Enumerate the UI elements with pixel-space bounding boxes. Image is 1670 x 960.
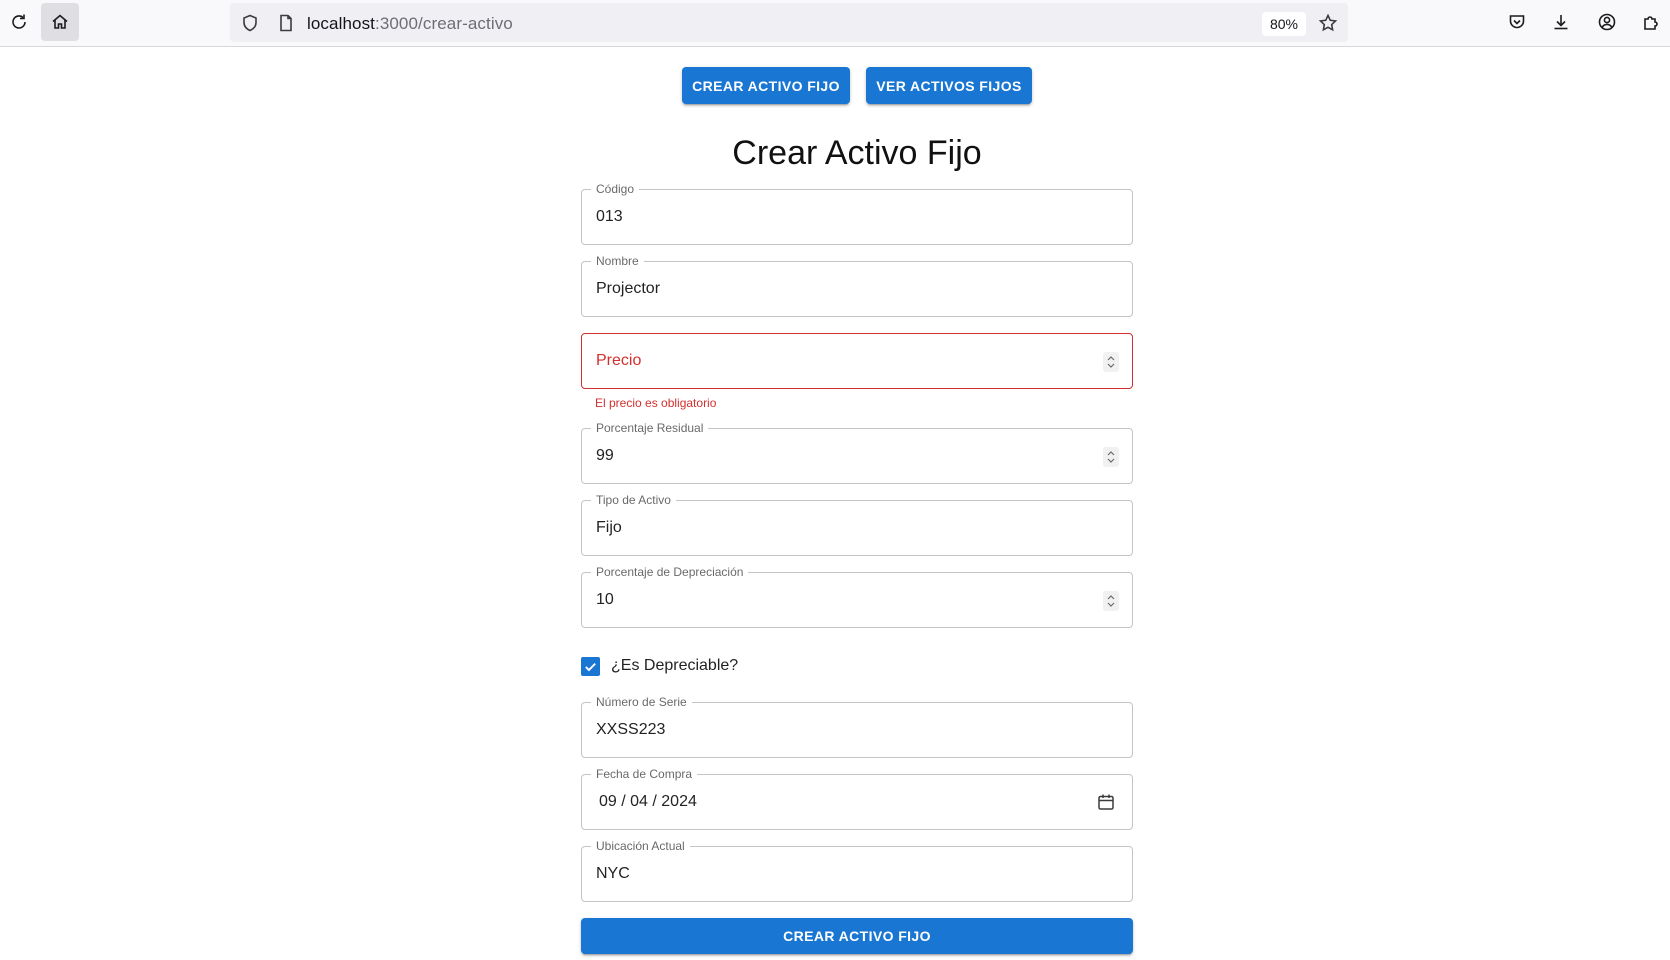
create-asset-nav-button[interactable]: CREAR ACTIVO FIJO: [682, 67, 850, 104]
zoom-indicator[interactable]: 80%: [1262, 12, 1306, 36]
es-depreciable-label[interactable]: ¿Es Depreciable?: [611, 657, 738, 675]
number-stepper-icon[interactable]: [1103, 447, 1119, 467]
browser-toolbar: localhost:3000/crear-activo 80%: [0, 0, 1670, 47]
numero-serie-label: Número de Serie: [591, 695, 692, 709]
nombre-field[interactable]: Nombre Projector: [581, 254, 1133, 317]
codigo-value[interactable]: 013: [596, 208, 623, 226]
number-stepper-icon[interactable]: [1103, 352, 1119, 372]
numero-serie-value[interactable]: XXSS223: [596, 721, 665, 739]
fecha-compra-label: Fecha de Compra: [591, 767, 698, 781]
es-depreciable-row[interactable]: ¿Es Depreciable?: [581, 654, 738, 678]
ubicacion-actual-label: Ubicación Actual: [591, 839, 690, 853]
view-assets-nav-button[interactable]: VER ACTIVOS FIJOS: [866, 67, 1032, 104]
page-title: Crear Activo Fijo: [732, 134, 982, 172]
tipo-activo-label: Tipo de Activo: [591, 493, 676, 507]
porcentaje-depreciacion-label: Porcentaje de Depreciación: [591, 565, 749, 579]
codigo-label: Código: [591, 182, 640, 196]
numero-serie-field[interactable]: Número de Serie XXSS223: [581, 695, 1133, 758]
ubicacion-actual-value[interactable]: NYC: [596, 865, 630, 883]
fecha-compra-field[interactable]: Fecha de Compra 09 / 04 / 2024: [581, 767, 1133, 830]
tipo-activo-value[interactable]: Fijo: [596, 519, 622, 537]
account-icon[interactable]: [1588, 3, 1626, 41]
porcentaje-depreciacion-field[interactable]: Porcentaje de Depreciación 10: [581, 565, 1133, 628]
precio-error-text: El precio es obligatorio: [595, 396, 717, 410]
calendar-icon[interactable]: [1096, 792, 1116, 812]
url-host: localhost: [307, 14, 375, 33]
codigo-field[interactable]: Código 013: [581, 182, 1133, 245]
porcentaje-depreciacion-value[interactable]: 10: [596, 591, 614, 609]
number-stepper-icon[interactable]: [1103, 591, 1119, 611]
extensions-icon[interactable]: [1632, 3, 1670, 41]
url-text[interactable]: localhost:3000/crear-activo: [307, 14, 513, 34]
porcentaje-residual-value[interactable]: 99: [596, 447, 614, 465]
url-path: :3000/crear-activo: [375, 14, 513, 33]
nombre-label: Nombre: [591, 254, 644, 268]
bookmark-star-icon[interactable]: [1318, 13, 1338, 33]
home-icon[interactable]: [41, 3, 79, 41]
ubicacion-actual-field[interactable]: Ubicación Actual NYC: [581, 839, 1133, 902]
url-bar[interactable]: localhost:3000/crear-activo 80%: [230, 3, 1348, 42]
reload-icon[interactable]: [0, 3, 38, 41]
es-depreciable-checkbox[interactable]: [581, 656, 600, 676]
pocket-icon[interactable]: [1498, 3, 1536, 41]
porcentaje-residual-label: Porcentaje Residual: [591, 421, 709, 435]
page-icon[interactable]: [276, 13, 296, 33]
fecha-compra-value[interactable]: 09 / 04 / 2024: [599, 793, 697, 811]
precio-field[interactable]: Precio: [581, 333, 1133, 389]
shield-icon[interactable]: [240, 13, 260, 33]
nombre-value[interactable]: Projector: [596, 280, 660, 298]
download-icon[interactable]: [1542, 3, 1580, 41]
submit-button[interactable]: CREAR ACTIVO FIJO: [581, 918, 1133, 954]
porcentaje-residual-field[interactable]: Porcentaje Residual 99: [581, 421, 1133, 484]
tipo-activo-field[interactable]: Tipo de Activo Fijo: [581, 493, 1133, 556]
precio-label: Precio: [596, 352, 642, 369]
